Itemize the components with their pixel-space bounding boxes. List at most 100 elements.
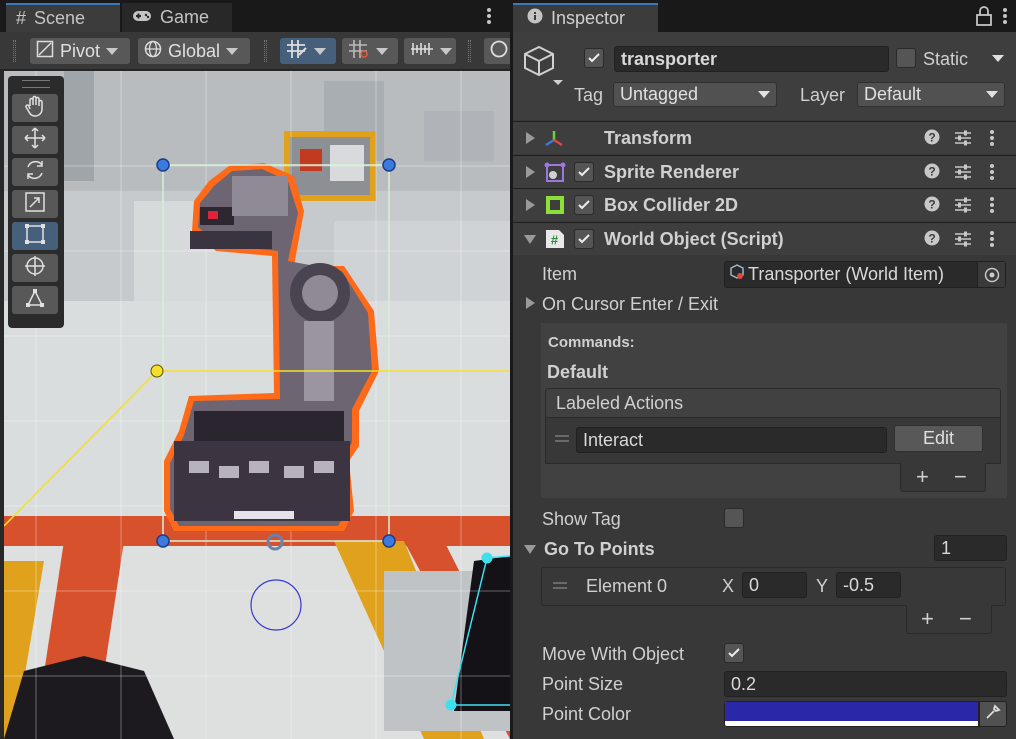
snap-increment-icon [348, 39, 370, 64]
presets-icon[interactable] [954, 196, 972, 219]
svg-text:?: ? [928, 198, 935, 212]
help-icon[interactable]: ? [924, 230, 940, 251]
show-tag-checkbox[interactable] [724, 508, 744, 528]
gamepad-icon [132, 7, 152, 28]
tag-dropdown[interactable]: Untagged [613, 82, 777, 107]
item-object-field[interactable]: Transporter (World Item) [724, 261, 1006, 288]
rotate-tool-button[interactable] [12, 158, 58, 186]
presets-icon[interactable] [954, 163, 972, 186]
component-title: Box Collider 2D [604, 195, 739, 215]
component-box-collider-2d[interactable]: Box Collider 2D ? [513, 188, 1016, 221]
component-menu-icon[interactable] [987, 163, 997, 188]
move-arrows-icon [24, 126, 46, 154]
hand-icon [24, 95, 46, 122]
go-to-points-foldout[interactable]: Go To Points [544, 539, 655, 560]
enabled-checkbox[interactable] [574, 195, 594, 215]
static-label: Static [923, 49, 969, 69]
x-label: X [722, 576, 735, 596]
inspector-more-menu-icon[interactable] [1000, 6, 1010, 31]
active-checkbox[interactable] [584, 48, 604, 68]
tab-scene[interactable]: # Scene [6, 3, 120, 32]
foldout-arrow-icon[interactable] [526, 199, 535, 211]
checkmark-icon [578, 234, 590, 244]
grid-snap-toggle[interactable] [280, 38, 336, 64]
component-sprite-renderer[interactable]: Sprite Renderer ? [513, 155, 1016, 188]
enabled-checkbox[interactable] [574, 162, 594, 182]
toolbar-grip[interactable] [264, 40, 267, 62]
on-cursor-foldout[interactable]: On Cursor Enter / Exit [542, 294, 718, 315]
eyedropper-button[interactable] [979, 701, 1007, 727]
checkmark-icon [728, 648, 740, 658]
move-tool-button[interactable] [12, 126, 58, 154]
static-dropdown-arrow[interactable] [992, 55, 1004, 62]
grid-snap-icon [286, 39, 308, 64]
foldout-arrow-icon[interactable] [526, 166, 535, 178]
lock-icon[interactable] [976, 6, 992, 31]
y-label: Y [816, 576, 829, 596]
layer-dropdown[interactable]: Default [857, 82, 1005, 107]
increment-snap-dropdown[interactable] [342, 38, 398, 64]
scene-more-menu-icon[interactable] [484, 6, 494, 26]
pivot-dropdown[interactable]: Pivot [30, 38, 130, 64]
help-icon[interactable]: ? [924, 196, 940, 217]
palette-grip[interactable] [22, 80, 50, 88]
object-name-field[interactable]: transporter [614, 46, 889, 72]
tab-game[interactable]: Game [122, 3, 232, 32]
rect-tool-button[interactable] [12, 222, 58, 250]
component-menu-icon[interactable] [987, 196, 997, 221]
component-world-object-script[interactable]: # World Object (Script) ? [513, 222, 1016, 255]
foldout-arrow-icon[interactable] [526, 132, 535, 144]
help-icon[interactable]: ? [924, 129, 940, 150]
component-transform[interactable]: Transform ? [513, 121, 1016, 154]
scene-tabbar: # Scene Game [0, 0, 510, 32]
scene-tools-palette [8, 76, 64, 328]
add-element-button[interactable]: + [916, 464, 929, 490]
static-checkbox[interactable] [896, 48, 916, 68]
drag-handle-icon[interactable] [555, 435, 569, 442]
gameobject-cube-icon[interactable] [523, 44, 563, 93]
default-label: Default [547, 362, 609, 382]
component-title: Sprite Renderer [604, 162, 740, 182]
presets-icon[interactable] [954, 230, 972, 253]
action-label-field[interactable]: Interact [576, 427, 887, 453]
scale-tool-button[interactable] [12, 190, 58, 218]
layer-label: Layer [800, 85, 846, 105]
help-icon[interactable]: ? [924, 163, 940, 184]
go-to-points-size-field[interactable]: 1 [934, 535, 1007, 561]
toolbar-grip[interactable] [13, 40, 16, 62]
point-color-label: Point Color [542, 704, 632, 724]
rect-transform-icon [24, 223, 46, 250]
hand-tool-button[interactable] [12, 94, 58, 122]
move-with-object-checkbox[interactable] [724, 643, 744, 663]
inspector-panel: Inspector transporter Static Tag Untagge… [513, 0, 1016, 739]
remove-point-button[interactable]: − [959, 606, 972, 632]
sphere-icon [490, 40, 508, 63]
svg-text:?: ? [928, 165, 935, 179]
component-menu-icon[interactable] [987, 129, 997, 154]
custom-tool-button[interactable] [12, 286, 58, 314]
add-point-button[interactable]: + [921, 606, 934, 632]
enabled-checkbox[interactable] [574, 229, 594, 249]
point-size-field[interactable]: 0.2 [724, 671, 1007, 697]
y-field[interactable]: -0.5 [836, 572, 901, 598]
drag-handle-icon[interactable] [553, 582, 567, 589]
ruler-dropdown[interactable] [404, 38, 456, 64]
point-color-field[interactable] [724, 701, 979, 727]
foldout-arrow-icon[interactable] [524, 235, 536, 244]
scene-render [4, 71, 510, 739]
global-dropdown[interactable]: Global [138, 38, 250, 64]
tab-inspector[interactable]: Inspector [513, 3, 658, 32]
scene-viewport[interactable] [4, 71, 510, 739]
move-with-object-label: Move With Object [542, 644, 685, 664]
foldout-arrow-icon[interactable] [524, 545, 536, 554]
transform-axes-icon [544, 129, 564, 154]
transform-tool-button[interactable] [12, 254, 58, 282]
toolbar-grip[interactable] [468, 40, 471, 62]
component-menu-icon[interactable] [987, 230, 997, 255]
presets-icon[interactable] [954, 129, 972, 152]
remove-element-button[interactable]: − [954, 464, 967, 490]
x-field[interactable]: 0 [742, 572, 807, 598]
foldout-arrow-icon[interactable] [526, 297, 535, 309]
object-picker-icon[interactable] [977, 262, 1005, 287]
edit-button[interactable]: Edit [894, 425, 983, 452]
